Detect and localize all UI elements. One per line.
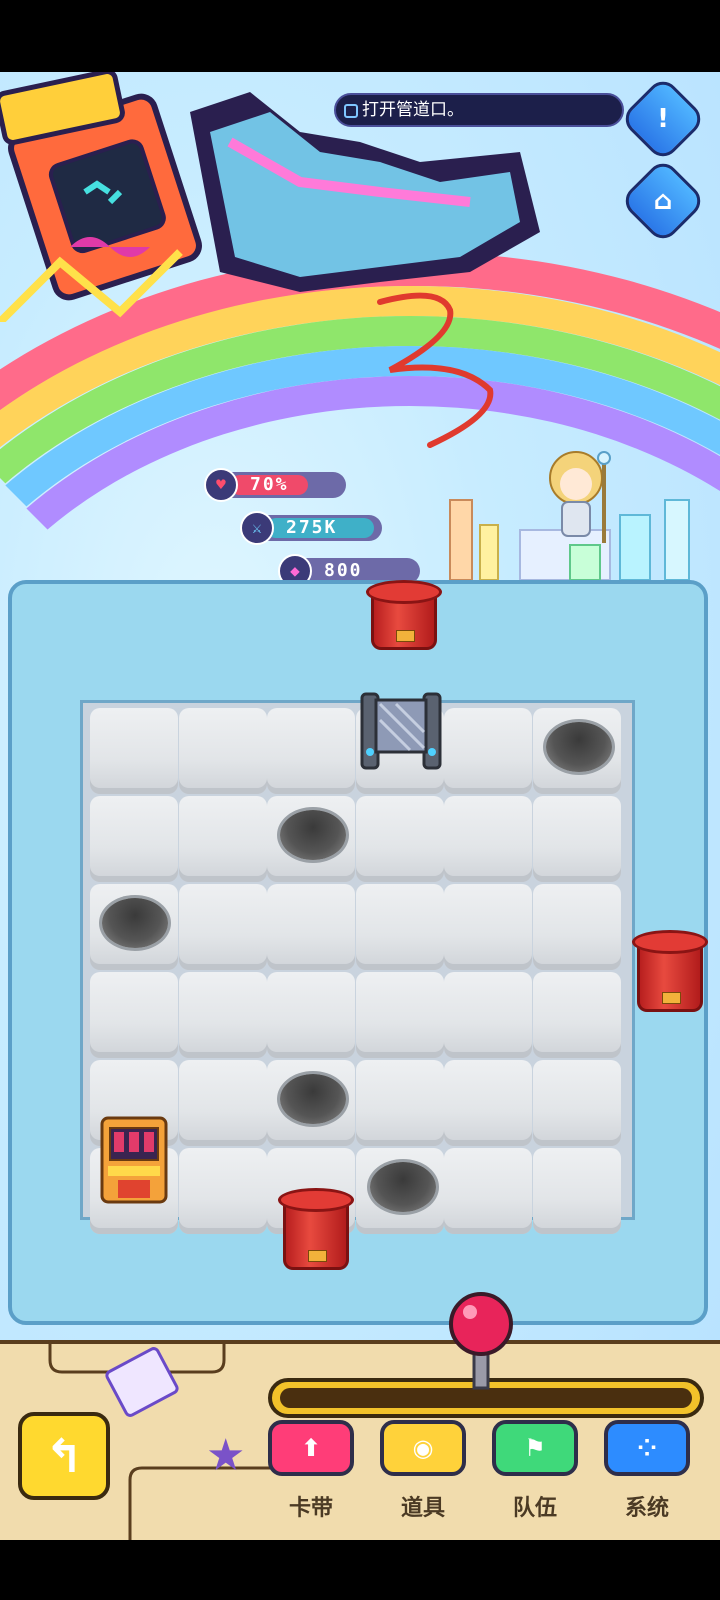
floor-tile[interactable] (267, 884, 355, 970)
floor-tile[interactable] (178, 796, 267, 882)
floor-tile[interactable] (267, 708, 355, 794)
back-arrow-icon: ↰ (44, 1429, 84, 1483)
back-button[interactable]: ↰ (18, 1412, 110, 1500)
system-button[interactable]: ⁘ (604, 1420, 690, 1476)
joystick-knob[interactable] (446, 1290, 516, 1390)
floor-tile[interactable] (178, 972, 267, 1058)
red-scribble-mark (370, 290, 510, 460)
attack-value: 275K (286, 517, 338, 538)
team-label: 队伍 (512, 1496, 557, 1521)
floor-tile[interactable] (444, 1060, 532, 1146)
floor-tile[interactable] (355, 972, 444, 1058)
floor-tile[interactable] (532, 1060, 621, 1146)
arcade-machine[interactable] (98, 1114, 170, 1206)
upload-arrow-icon: ⬆ (300, 1434, 322, 1462)
team-button[interactable]: ⚑ (492, 1420, 578, 1476)
items-button[interactable]: ◉ (380, 1420, 466, 1476)
floor-tile[interactable] (355, 1060, 444, 1146)
floor-tile[interactable] (355, 796, 444, 882)
floor-tile[interactable] (90, 708, 178, 794)
quest-text: 打开管道口。 (362, 100, 464, 120)
attack-stat: ⚔ 275K (240, 511, 382, 545)
floor-tile[interactable] (444, 884, 532, 970)
floor-tile[interactable] (178, 884, 267, 970)
floor-tile[interactable] (178, 708, 267, 794)
pipe-plate (308, 1250, 328, 1262)
floor-tile[interactable] (532, 972, 621, 1058)
items-label: 道具 (400, 1496, 445, 1521)
floor-tile[interactable] (355, 884, 444, 970)
cassette-button[interactable]: ⬆ (268, 1420, 354, 1476)
floor-tile[interactable] (267, 972, 355, 1058)
map-pin-icon: ⌂ (653, 186, 673, 216)
red-pipe[interactable] (366, 580, 442, 650)
sword-icon: ⚔ (240, 511, 274, 545)
dots-grid-icon: ⁘ (636, 1434, 658, 1462)
star-icon: ★ (206, 1430, 246, 1481)
floor-hole[interactable] (280, 810, 346, 860)
floor-hole[interactable] (370, 1162, 436, 1212)
floor-tile[interactable] (532, 1148, 621, 1234)
portal-gate[interactable] (358, 690, 444, 772)
floor-tile[interactable] (532, 796, 621, 882)
floor-hole[interactable] (280, 1074, 346, 1124)
pipe-plate (662, 992, 682, 1004)
red-pipe[interactable] (278, 1188, 354, 1270)
hp-stat: ♥ 70% (204, 468, 346, 502)
floor-tile[interactable] (444, 796, 532, 882)
heart-icon: ♥ (204, 468, 238, 502)
hp-value: 70% (250, 474, 289, 495)
player-character[interactable] (540, 448, 620, 548)
floor-tile[interactable] (444, 972, 532, 1058)
floor-hole[interactable] (546, 722, 612, 772)
floor-tile[interactable] (178, 1060, 267, 1146)
pipe-plate (396, 630, 416, 642)
floor-tile[interactable] (90, 972, 178, 1058)
floor-tile[interactable] (90, 796, 178, 882)
floor-hole[interactable] (102, 898, 168, 948)
floor-tile[interactable] (178, 1148, 267, 1234)
quest-banner[interactable]: 打开管道口。 (334, 93, 624, 127)
cassette-label: 卡带 (288, 1496, 333, 1521)
exclamation-icon: ! (657, 104, 669, 134)
red-pipe[interactable] (632, 930, 708, 1012)
system-label: 系统 (624, 1496, 669, 1521)
floor-tile[interactable] (444, 708, 532, 794)
floor-tile[interactable] (532, 884, 621, 970)
flag-icon: ⚑ (524, 1434, 546, 1462)
bag-icon: ◉ (412, 1434, 434, 1462)
quest-checkbox-icon (344, 104, 358, 118)
floor-tile[interactable] (444, 1148, 532, 1234)
